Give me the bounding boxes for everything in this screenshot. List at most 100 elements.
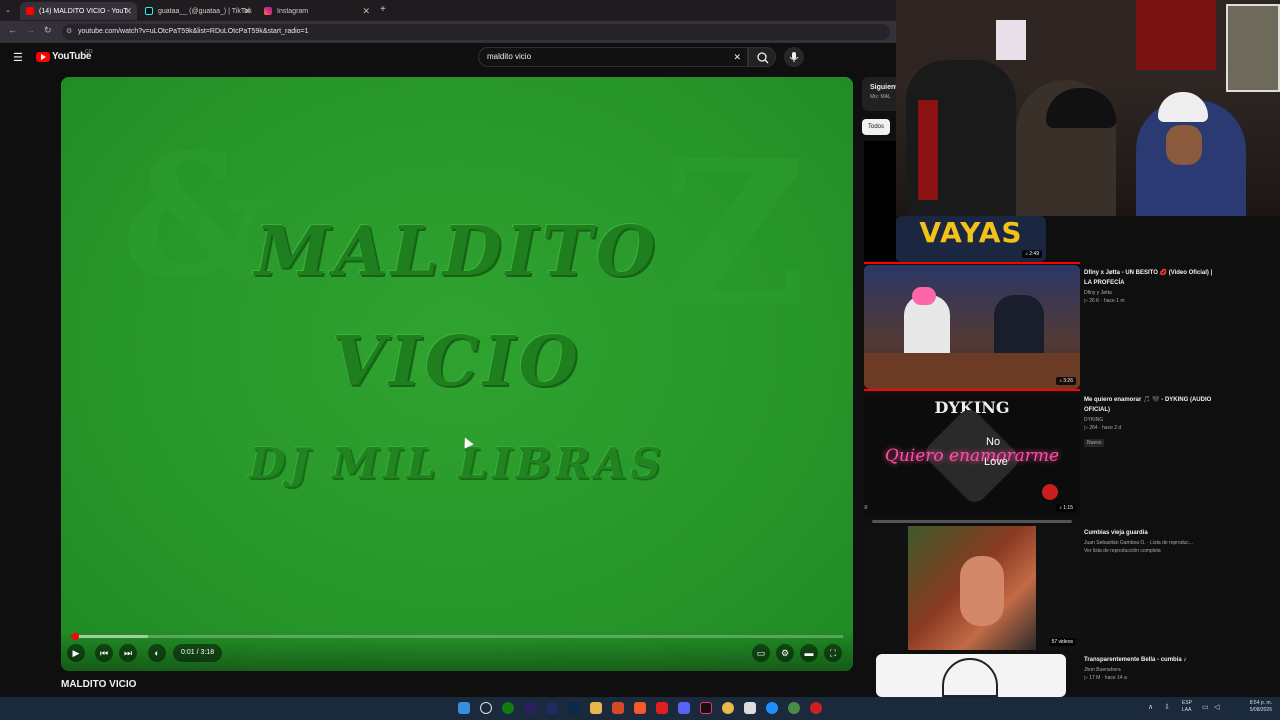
network-icon[interactable]: ▭ bbox=[1202, 703, 1209, 711]
tab-instagram[interactable]: Instagram ✕ bbox=[258, 2, 375, 20]
close-tab-icon[interactable]: ✕ bbox=[243, 6, 251, 17]
microphone-icon bbox=[789, 52, 799, 62]
playlist-thumbnail[interactable]: 57 videos bbox=[864, 526, 1080, 650]
thumb-logo-icon bbox=[1042, 484, 1058, 500]
clock[interactable]: 8:54 p. m. 5/08/2026 bbox=[1250, 700, 1272, 714]
video-title: MALDITO VICIO bbox=[61, 679, 137, 690]
playlist-queue-icon: ≡ bbox=[864, 505, 868, 511]
chip-todos[interactable]: Todos bbox=[862, 119, 891, 135]
video-stats: ▷ 17 M · hace 14 a bbox=[1084, 675, 1127, 681]
volume-button[interactable]: ◐ bbox=[148, 644, 166, 662]
time-display: 0:01 / 3:18 bbox=[173, 644, 223, 662]
title-art-line-3: DJ MIL LIBRAS bbox=[249, 439, 665, 488]
face-right bbox=[1166, 125, 1202, 165]
after-effects-icon[interactable] bbox=[546, 702, 558, 714]
reload-icon[interactable]: ↻ bbox=[44, 25, 52, 36]
close-tab-icon[interactable]: ✕ bbox=[124, 6, 132, 17]
app-icon[interactable] bbox=[612, 702, 624, 714]
tab-label: (14) MALDITO VICIO - YouT bbox=[39, 7, 128, 15]
tiktok-icon[interactable] bbox=[700, 702, 712, 714]
app-red-icon[interactable] bbox=[810, 702, 822, 714]
previous-button[interactable]: ⏮ bbox=[95, 644, 113, 662]
recommendation-meta[interactable]: Transparentemente Bella - cumbia ♪ Jhon … bbox=[1084, 655, 1219, 681]
wall-poster bbox=[1136, 0, 1216, 70]
wall-frame bbox=[1226, 4, 1280, 92]
recommendation-thumbnail[interactable]: DYKING Quiero enamorarme No Love ♪ 1:15 bbox=[864, 394, 1080, 516]
buffer-bar bbox=[71, 635, 149, 638]
search-input[interactable]: maldito vicio ✕ bbox=[478, 47, 748, 67]
menu-icon[interactable]: ☰ bbox=[13, 51, 23, 64]
tab-list-icon[interactable]: ⌄ bbox=[5, 6, 11, 14]
tab-maldito-vicio[interactable]: (14) MALDITO VICIO - YouT ✕ bbox=[20, 2, 137, 20]
recommendation-meta[interactable]: Dfiny x Jøtta - UN BESITO 💋 (Video Ofici… bbox=[1084, 268, 1219, 304]
capcut-icon[interactable] bbox=[744, 702, 756, 714]
thumbnail-text: Quiero enamorarme bbox=[884, 446, 1060, 466]
voice-search-button[interactable] bbox=[784, 47, 804, 67]
youtube-logo-icon[interactable] bbox=[36, 52, 50, 62]
fullscreen-button[interactable]: ⛶ bbox=[824, 644, 842, 662]
recommendation-meta[interactable]: Cumbias vieja guardia Juan Sebastián Gam… bbox=[1084, 528, 1219, 554]
clear-search-icon[interactable]: ✕ bbox=[733, 48, 741, 66]
brave-icon[interactable] bbox=[634, 702, 646, 714]
chrome-icon[interactable] bbox=[722, 702, 734, 714]
thumb-pink-cap bbox=[912, 287, 936, 305]
folder-icon[interactable] bbox=[590, 702, 602, 714]
video-title[interactable]: Transparentemente Bella - cumbia ♪ bbox=[1084, 655, 1219, 665]
play-button[interactable]: ▶ bbox=[67, 644, 85, 662]
tray-expand-icon[interactable]: ∧ bbox=[1148, 703, 1153, 711]
clock-time: 8:54 p. m. bbox=[1249, 700, 1272, 706]
view-full-playlist-link[interactable]: Ver lista de reproducción completa bbox=[1084, 548, 1219, 554]
forward-icon[interactable]: → bbox=[26, 25, 35, 35]
settings-button[interactable]: ⚙ bbox=[776, 644, 794, 662]
duration-badge: ♪ 2:49 bbox=[1022, 250, 1042, 258]
progress-bar[interactable] bbox=[71, 633, 843, 640]
tab-label: guataa__ (@guataa_) | TikTok bbox=[158, 7, 252, 15]
subtitles-button[interactable]: ▭ bbox=[752, 644, 770, 662]
theater-mode-button[interactable]: ▬ bbox=[800, 644, 818, 662]
input-language[interactable]: ESP LAA bbox=[1182, 700, 1192, 714]
watched-progress bbox=[864, 389, 1080, 391]
recommendation-thumbnail[interactable]: VAYAS ♪ 2:49 bbox=[896, 216, 1046, 262]
thumbnail-text: VAYAS bbox=[919, 216, 1023, 249]
channel-name[interactable]: DYKING bbox=[1084, 417, 1219, 423]
video-title[interactable]: Dfiny x Jøtta - UN BESITO 💋 (Video Ofici… bbox=[1084, 268, 1219, 288]
close-tab-icon[interactable]: ✕ bbox=[362, 6, 370, 17]
edge-icon[interactable] bbox=[766, 702, 778, 714]
xbox-icon[interactable] bbox=[502, 702, 514, 714]
tiktok-favicon-icon bbox=[145, 7, 153, 15]
recommendation-thumbnail[interactable] bbox=[876, 654, 1066, 697]
video-title[interactable]: Me quiero enamorar 🎵 🖤 - DYKING (AUDIO O… bbox=[1084, 395, 1219, 415]
premiere-icon[interactable] bbox=[524, 702, 536, 714]
clock-date: 5/08/2026 bbox=[1249, 707, 1272, 713]
browser-tab-bar: (14) MALDITO VICIO - YouT ✕ guataa__ (@g… bbox=[0, 0, 896, 21]
thumb-illustration bbox=[942, 658, 998, 697]
youtube-app-icon[interactable] bbox=[656, 702, 668, 714]
volume-icon[interactable]: ◁ bbox=[1214, 703, 1219, 711]
duration-badge: ♪ 1:15 bbox=[1056, 504, 1076, 512]
title-art-line-1: MALDITO bbox=[254, 212, 660, 292]
site-info-icon[interactable]: ⚙ bbox=[66, 24, 72, 40]
usb-icon[interactable]: ⇩ bbox=[1164, 703, 1170, 711]
discord-icon[interactable] bbox=[678, 702, 690, 714]
tab-tiktok[interactable]: guataa__ (@guataa_) | TikTok ✕ bbox=[139, 2, 256, 20]
playlist-title[interactable]: Cumbias vieja guardia bbox=[1084, 528, 1219, 538]
search-icon[interactable] bbox=[480, 702, 492, 714]
channel-name[interactable]: Juan Sebastián Gamboa O. · Lista de repr… bbox=[1084, 540, 1219, 546]
chrome-active-icon[interactable] bbox=[788, 702, 800, 714]
duration-badge: ♪ 3:26 bbox=[1056, 377, 1076, 385]
start-icon[interactable] bbox=[458, 702, 470, 714]
video-player[interactable]: & Z MALDITO VICIO DJ MIL LIBRAS ▶ ⏮ ⏭ ◐ … bbox=[61, 77, 853, 671]
url-text: youtube.com/watch?v=uLOtcPaT59k&list=RDu… bbox=[78, 28, 309, 35]
search-button[interactable] bbox=[748, 47, 776, 67]
photoshop-icon[interactable] bbox=[568, 702, 580, 714]
next-button[interactable]: ⏭ bbox=[119, 644, 137, 662]
recommendation-thumbnail[interactable]: ♪ 3:26 bbox=[864, 265, 1080, 389]
channel-name[interactable]: Jhon Buenahora bbox=[1084, 667, 1219, 673]
recommendation-meta[interactable]: Me quiero enamorar 🎵 🖤 - DYKING (AUDIO O… bbox=[1084, 395, 1219, 449]
new-tab-button[interactable]: + bbox=[380, 4, 386, 15]
scrubber-handle[interactable] bbox=[71, 633, 79, 640]
url-field[interactable]: ⚙ youtube.com/watch?v=uLOtcPaT59k&list=R… bbox=[62, 24, 890, 40]
webcam-overlay bbox=[896, 0, 1280, 216]
back-icon[interactable]: ← bbox=[8, 25, 17, 35]
channel-name[interactable]: Dfiny y Jøtta bbox=[1084, 290, 1219, 296]
